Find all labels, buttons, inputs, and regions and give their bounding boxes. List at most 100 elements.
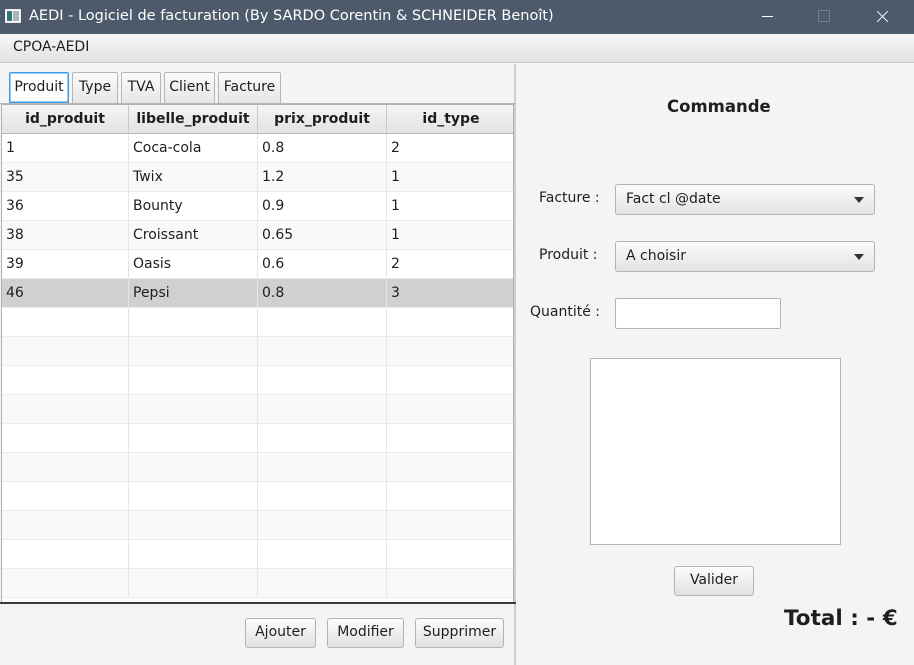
- window-titlebar: AEDI - Logiciel de facturation (By SARDO…: [0, 0, 914, 34]
- cell-id-type: 3: [391, 285, 400, 301]
- column-header-prix-produit[interactable]: prix_produit: [258, 105, 387, 134]
- empty-row: [2, 569, 513, 598]
- table-row[interactable]: 1 Coca-cola 0.8 2: [2, 134, 513, 163]
- empty-row: [2, 424, 513, 453]
- tab-produit[interactable]: Produit: [9, 72, 69, 103]
- delete-button[interactable]: Supprimer: [415, 618, 504, 648]
- cell-id-produit: 39: [2, 250, 129, 279]
- empty-cell: [2, 308, 129, 337]
- maximize-icon[interactable]: [800, 0, 846, 34]
- commande-panel: Commande Facture : Fact cl @date Produit…: [522, 64, 914, 665]
- empty-cell: [129, 366, 258, 395]
- empty-row: [2, 366, 513, 395]
- cell-libelle-produit: Coca-cola: [129, 134, 258, 163]
- table-row[interactable]: 36 Bounty 0.9 1: [2, 192, 513, 221]
- empty-cell: [129, 540, 258, 569]
- table-header: id_produit libelle_produit prix_produit …: [2, 105, 513, 134]
- cell-id-produit: 35: [2, 163, 129, 192]
- valider-button[interactable]: Valider: [674, 566, 754, 596]
- empty-cell: [258, 482, 387, 511]
- empty-row: [2, 337, 513, 366]
- empty-cell: [2, 366, 129, 395]
- menu-bar: CPOA-AEDI: [0, 34, 914, 63]
- cell-id-produit: 38: [2, 221, 129, 250]
- empty-row: [2, 453, 513, 482]
- empty-cell: [129, 424, 258, 453]
- cell-id-produit: 46: [2, 279, 129, 308]
- cell-libelle-produit: Pepsi: [129, 279, 258, 308]
- cell-id-type: 2: [391, 256, 400, 272]
- empty-row: [2, 540, 513, 569]
- empty-cell: [258, 308, 387, 337]
- cell-prix-produit: 0.6: [258, 250, 387, 279]
- table-row[interactable]: 38 Croissant 0.65 1: [2, 221, 513, 250]
- empty-cell: [2, 569, 129, 598]
- empty-cell: [2, 511, 129, 540]
- cell-id-produit: 36: [2, 192, 129, 221]
- empty-cell: [258, 511, 387, 540]
- edit-button[interactable]: Modifier: [327, 618, 404, 648]
- cell-prix-produit: 0.8: [258, 279, 387, 308]
- cell-prix-produit: 0.9: [258, 192, 387, 221]
- products-table[interactable]: id_produit libelle_produit prix_produit …: [1, 104, 514, 603]
- commande-text-area[interactable]: [590, 358, 841, 545]
- menu-item-cpoa-aedi[interactable]: CPOA-AEDI: [13, 39, 89, 55]
- tab-client[interactable]: Client: [164, 72, 215, 103]
- quantite-label: Quantité :: [530, 304, 600, 320]
- close-icon[interactable]: [858, 0, 904, 34]
- quantite-input[interactable]: [615, 298, 781, 329]
- produit-select[interactable]: A choisir: [615, 241, 875, 272]
- empty-cell: [2, 395, 129, 424]
- cell-libelle-produit: Bounty: [129, 192, 258, 221]
- empty-cell: [129, 569, 258, 598]
- cell-libelle-produit: Twix: [129, 163, 258, 192]
- cell-libelle-produit: Oasis: [129, 250, 258, 279]
- add-button[interactable]: Ajouter: [245, 618, 316, 648]
- table-row[interactable]: 35 Twix 1.2 1: [2, 163, 513, 192]
- empty-cell: [258, 453, 387, 482]
- cell-prix-produit: 1.2: [258, 163, 387, 192]
- table-row-selected[interactable]: 46 Pepsi 0.8 3: [2, 279, 513, 308]
- window-title: AEDI - Logiciel de facturation (By SARDO…: [29, 8, 554, 24]
- cell-libelle-produit: Croissant: [129, 221, 258, 250]
- table-row[interactable]: 39 Oasis 0.6 2: [2, 250, 513, 279]
- table-bottom-divider: [0, 602, 516, 604]
- column-header-id-type[interactable]: id_type: [387, 105, 513, 134]
- commande-title: Commande: [667, 97, 771, 116]
- produit-label: Produit :: [539, 247, 598, 263]
- empty-cell: [258, 540, 387, 569]
- chevron-down-icon: [854, 197, 864, 203]
- tab-tva[interactable]: TVA: [121, 72, 161, 103]
- empty-cell: [2, 540, 129, 569]
- empty-cell: [258, 395, 387, 424]
- empty-cell: [129, 337, 258, 366]
- empty-row: [2, 395, 513, 424]
- tab-type[interactable]: Type: [72, 72, 118, 103]
- empty-cell: [129, 308, 258, 337]
- cell-id-type: 2: [391, 140, 400, 156]
- left-panel: Produit Type TVA Client Facture id_produ…: [0, 64, 516, 665]
- minimize-icon[interactable]: [744, 0, 790, 34]
- empty-cell: [258, 366, 387, 395]
- cell-prix-produit: 0.65: [258, 221, 387, 250]
- empty-cell: [258, 337, 387, 366]
- empty-cell: [129, 511, 258, 540]
- produit-select-value: A choisir: [626, 248, 686, 264]
- cell-id-type: 1: [391, 198, 400, 214]
- empty-cell: [129, 482, 258, 511]
- tab-facture[interactable]: Facture: [218, 72, 281, 103]
- app-icon: [5, 9, 21, 23]
- empty-row: [2, 511, 513, 540]
- total-label: Total : - €: [784, 606, 898, 631]
- chevron-down-icon: [854, 254, 864, 260]
- empty-cell: [2, 482, 129, 511]
- column-header-id-produit[interactable]: id_produit: [2, 105, 129, 134]
- empty-cell: [129, 453, 258, 482]
- column-header-libelle-produit[interactable]: libelle_produit: [129, 105, 258, 134]
- empty-cell: [2, 337, 129, 366]
- facture-label: Facture :: [539, 190, 600, 206]
- facture-select-value: Fact cl @date: [626, 191, 721, 207]
- facture-select[interactable]: Fact cl @date: [615, 184, 875, 215]
- empty-cell: [258, 424, 387, 453]
- empty-cell: [258, 569, 387, 598]
